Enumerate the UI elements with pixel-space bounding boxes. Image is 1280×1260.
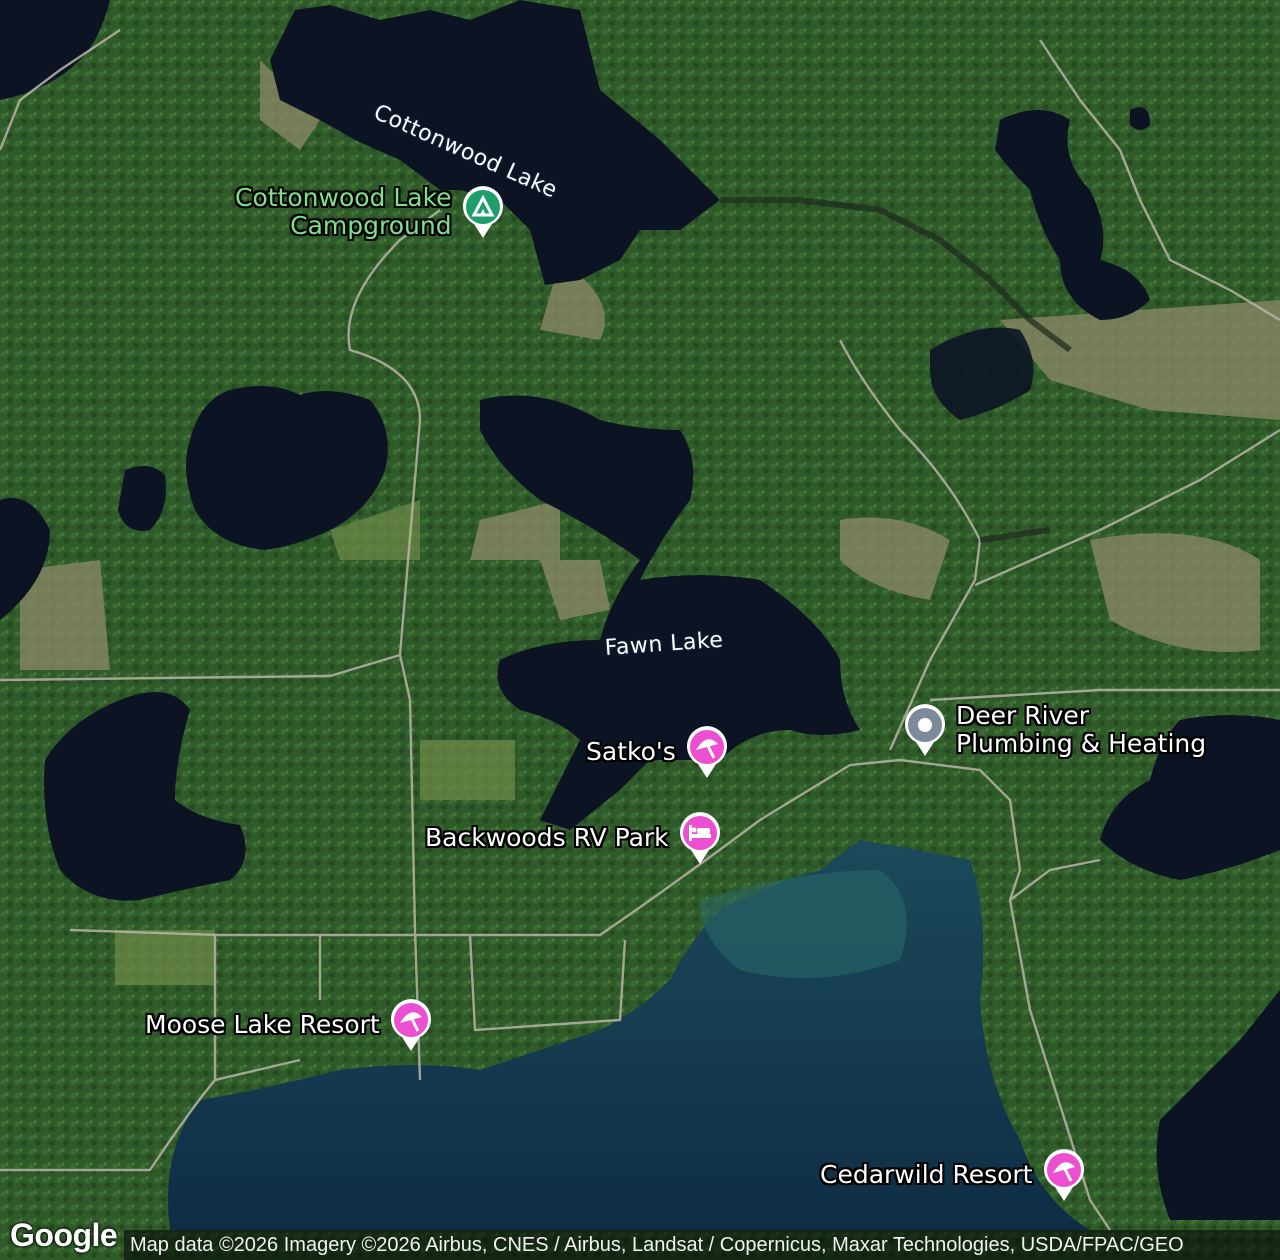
resort-icon xyxy=(686,726,727,778)
poi-label: Cedarwild Resort xyxy=(820,1160,1033,1189)
poi-deer-river-plumbing[interactable]: Deer River Plumbing & Heating xyxy=(900,702,1206,758)
business-pin-icon xyxy=(905,704,945,756)
poi-label: Cottonwood Lake Campground xyxy=(235,183,452,240)
poi-backwoods-rv-park[interactable]: Backwoods RV Park xyxy=(425,810,725,866)
poi-satkos[interactable]: Satko's xyxy=(586,724,732,780)
satellite-map[interactable] xyxy=(0,0,1280,1260)
poi-cedarwild-resort[interactable]: Cedarwild Resort xyxy=(820,1147,1089,1203)
campground-icon xyxy=(462,186,503,238)
lodging-icon xyxy=(679,812,720,864)
map-attribution[interactable]: Map data ©2026 Imagery ©2026 Airbus, CNE… xyxy=(124,1230,1280,1260)
google-logo: Google xyxy=(10,1217,118,1253)
poi-label: Moose Lake Resort xyxy=(145,1010,380,1039)
poi-label: Backwoods RV Park xyxy=(425,823,669,852)
poi-label: Deer River Plumbing & Heating xyxy=(956,701,1207,758)
poi-moose-lake-resort[interactable]: Moose Lake Resort xyxy=(145,997,436,1053)
poi-label: Satko's xyxy=(586,737,676,766)
resort-icon xyxy=(1043,1149,1084,1201)
resort-icon xyxy=(390,999,431,1051)
poi-cottonwood-campground[interactable]: Cottonwood Lake Campground xyxy=(235,184,508,240)
